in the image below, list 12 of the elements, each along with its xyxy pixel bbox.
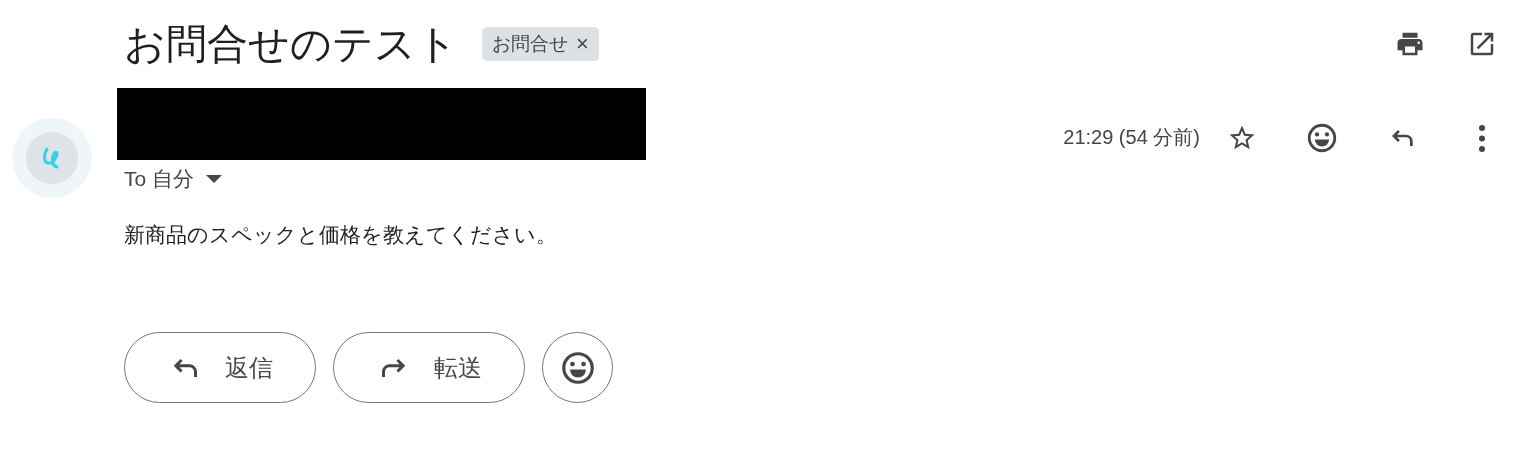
- email-subject: お問合せのテスト: [124, 19, 458, 69]
- received-time: 21:29 (54 分前): [1063, 125, 1200, 150]
- smiley-icon: [1305, 121, 1339, 155]
- more-vertical-icon: [1479, 124, 1485, 152]
- details-dropdown-button[interactable]: [206, 175, 222, 183]
- remove-label-button[interactable]: ×: [576, 31, 589, 57]
- message-body: 新商品のスペックと価格を教えてください。: [124, 222, 558, 248]
- forward-button[interactable]: 転送: [333, 332, 525, 403]
- caret-icon: [206, 175, 222, 183]
- recipient-text: To 自分: [124, 166, 194, 192]
- reply-button[interactable]: 返信: [124, 332, 316, 403]
- label-text: お問合せ: [492, 32, 568, 56]
